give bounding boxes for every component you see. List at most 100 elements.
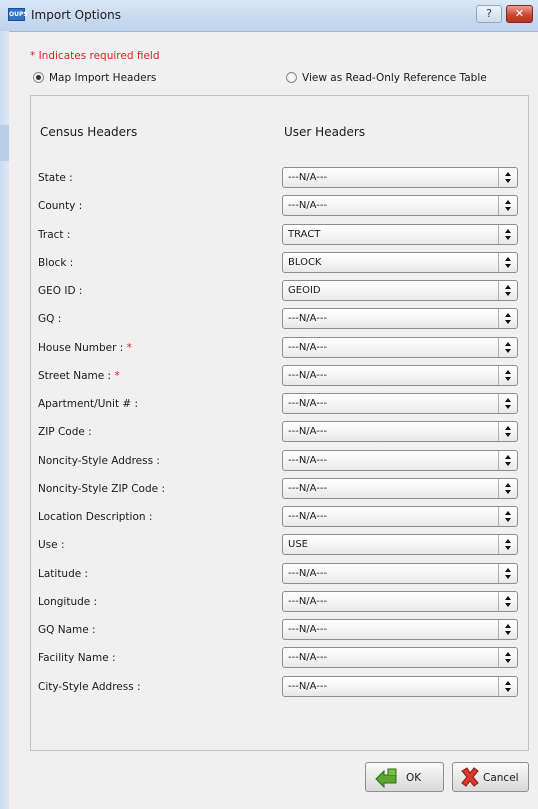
user-header-select[interactable]: ---N/A--- — [282, 506, 518, 527]
user-headers-heading: User Headers — [284, 125, 366, 139]
user-header-select[interactable]: ---N/A--- — [282, 676, 518, 697]
close-button[interactable]: ✕ — [506, 5, 533, 23]
oups-app-icon: OUPS — [8, 8, 28, 21]
census-header-label: House Number : * — [38, 342, 132, 354]
user-header-select[interactable]: ---N/A--- — [282, 337, 518, 358]
required-field-note: * Indicates required field — [30, 50, 160, 62]
select-value: ---N/A--- — [288, 596, 328, 607]
census-header-label: Noncity-Style Address : — [38, 455, 160, 467]
radio-label-read-only-reference-table[interactable]: View as Read-Only Reference Table — [302, 72, 487, 84]
title-bar[interactable]: OUPS Import Options ? ✕ — [0, 0, 538, 32]
census-header-label: Street Name : * — [38, 370, 120, 382]
updown-arrows-icon[interactable] — [498, 281, 517, 300]
census-header-text: Longitude : — [38, 596, 98, 608]
updown-arrows-icon[interactable] — [498, 479, 517, 498]
updown-arrows-icon[interactable] — [498, 564, 517, 583]
required-marker: * — [126, 342, 132, 354]
census-header-label: Tract : — [38, 229, 70, 241]
updown-arrows-icon[interactable] — [498, 196, 517, 215]
census-header-text: Street Name : — [38, 370, 112, 382]
census-header-text: Facility Name : — [38, 652, 116, 664]
cancel-button-label: Cancel — [483, 772, 519, 784]
updown-arrows-icon[interactable] — [498, 592, 517, 611]
select-value: USE — [288, 539, 308, 550]
user-header-select[interactable]: ---N/A--- — [282, 421, 518, 442]
updown-arrows-icon[interactable] — [498, 648, 517, 667]
select-value: ---N/A--- — [288, 200, 328, 211]
updown-arrows-icon[interactable] — [498, 507, 517, 526]
updown-arrows-icon[interactable] — [498, 338, 517, 357]
census-header-label: Block : — [38, 257, 73, 269]
ok-button-label: OK — [406, 772, 422, 784]
updown-arrows-icon[interactable] — [498, 253, 517, 272]
user-header-select[interactable]: ---N/A--- — [282, 478, 518, 499]
updown-arrows-icon[interactable] — [498, 366, 517, 385]
user-header-select[interactable]: ---N/A--- — [282, 647, 518, 668]
select-value: ---N/A--- — [288, 568, 328, 579]
required-marker: * — [114, 370, 120, 382]
select-value: ---N/A--- — [288, 652, 328, 663]
census-header-label: GQ : — [38, 313, 61, 325]
user-header-select[interactable]: ---N/A--- — [282, 167, 518, 188]
user-header-select[interactable]: ---N/A--- — [282, 619, 518, 640]
select-value: ---N/A--- — [288, 483, 328, 494]
radio-read-only-reference-table[interactable] — [286, 72, 297, 83]
user-header-select[interactable]: ---N/A--- — [282, 365, 518, 386]
census-header-label: Latitude : — [38, 568, 88, 580]
updown-arrows-icon[interactable] — [498, 677, 517, 696]
updown-arrows-icon[interactable] — [498, 451, 517, 470]
census-header-label: Use : — [38, 539, 65, 551]
census-header-label: County : — [38, 200, 82, 212]
census-header-label: Location Description : — [38, 511, 152, 523]
census-header-text: Noncity-Style ZIP Code : — [38, 483, 165, 495]
user-header-select[interactable]: ---N/A--- — [282, 195, 518, 216]
help-button[interactable]: ? — [476, 5, 502, 23]
census-header-text: Block : — [38, 257, 74, 269]
window-left-border — [0, 31, 9, 809]
user-header-select[interactable]: ---N/A--- — [282, 563, 518, 584]
select-value: ---N/A--- — [288, 624, 328, 635]
user-header-select[interactable]: GEOID — [282, 280, 518, 301]
census-header-text: Tract : — [38, 229, 71, 241]
user-header-select[interactable]: BLOCK — [282, 252, 518, 273]
census-header-label: Longitude : — [38, 596, 97, 608]
select-value: ---N/A--- — [288, 455, 328, 466]
census-header-text: Apartment/Unit # : — [38, 398, 139, 410]
user-header-select[interactable]: ---N/A--- — [282, 450, 518, 471]
census-header-text: Use : — [38, 539, 65, 551]
updown-arrows-icon[interactable] — [498, 535, 517, 554]
radio-label-map-import-headers[interactable]: Map Import Headers — [49, 72, 156, 84]
select-value: ---N/A--- — [288, 342, 328, 353]
red-x-icon — [461, 767, 479, 787]
updown-arrows-icon[interactable] — [498, 168, 517, 187]
cancel-button[interactable]: Cancel — [452, 762, 529, 792]
select-value: ---N/A--- — [288, 426, 328, 437]
census-header-text: GQ : — [38, 313, 62, 325]
census-header-text: GEO ID : — [38, 285, 83, 297]
user-header-select[interactable]: ---N/A--- — [282, 591, 518, 612]
select-value: ---N/A--- — [288, 681, 328, 692]
user-header-select[interactable]: TRACT — [282, 224, 518, 245]
select-value: BLOCK — [288, 257, 322, 268]
radio-map-import-headers[interactable] — [33, 72, 44, 83]
updown-arrows-icon[interactable] — [498, 225, 517, 244]
census-header-text: State : — [38, 172, 73, 184]
updown-arrows-icon[interactable] — [498, 620, 517, 639]
ok-button[interactable]: OK — [365, 762, 444, 792]
census-header-label: Noncity-Style ZIP Code : — [38, 483, 165, 495]
user-header-select[interactable]: ---N/A--- — [282, 393, 518, 414]
census-header-text: ZIP Code : — [38, 426, 92, 438]
census-header-text: Noncity-Style Address : — [38, 455, 160, 467]
census-header-text: City-Style Address : — [38, 681, 141, 693]
updown-arrows-icon[interactable] — [498, 309, 517, 328]
census-header-text: Latitude : — [38, 568, 89, 580]
green-arrow-icon — [375, 768, 397, 788]
census-header-text: Location Description : — [38, 511, 153, 523]
user-header-select[interactable]: USE — [282, 534, 518, 555]
select-value: ---N/A--- — [288, 370, 328, 381]
updown-arrows-icon[interactable] — [498, 422, 517, 441]
census-header-label: Facility Name : — [38, 652, 116, 664]
updown-arrows-icon[interactable] — [498, 394, 517, 413]
user-header-select[interactable]: ---N/A--- — [282, 308, 518, 329]
census-header-text: GQ Name : — [38, 624, 96, 636]
